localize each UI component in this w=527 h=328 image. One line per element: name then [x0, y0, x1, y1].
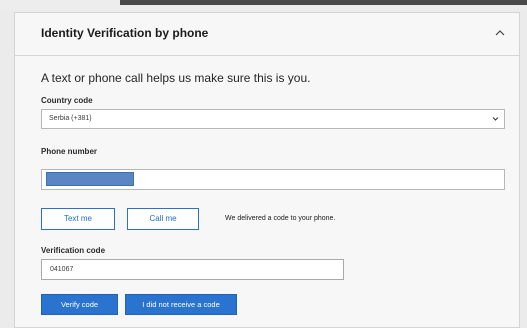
- phone-number-input[interactable]: [41, 169, 505, 190]
- verification-code-input[interactable]: 041067: [41, 259, 344, 280]
- identity-verification-card: Identity Verification by phone A text or…: [14, 12, 520, 328]
- section-header[interactable]: Identity Verification by phone: [15, 13, 519, 56]
- code-delivered-message: We delivered a code to your phone.: [225, 215, 336, 222]
- chevron-down-icon: [492, 117, 499, 121]
- country-code-label: Country code: [41, 96, 93, 105]
- section-title: Identity Verification by phone: [41, 26, 209, 40]
- country-code-value: Serbia (+381): [49, 115, 92, 122]
- redacted-phone-number: [46, 172, 134, 186]
- verification-code-value: 041067: [50, 266, 74, 273]
- country-code-select[interactable]: Serbia (+381): [41, 109, 505, 129]
- page-top-bar: [120, 0, 527, 5]
- text-me-button[interactable]: Text me: [41, 208, 115, 230]
- call-me-button[interactable]: Call me: [127, 208, 199, 230]
- did-not-receive-code-button[interactable]: I did not receive a code: [125, 294, 237, 315]
- chevron-up-icon[interactable]: [493, 27, 507, 39]
- intro-text: A text or phone call helps us make sure …: [41, 71, 311, 85]
- phone-number-label: Phone number: [41, 147, 98, 156]
- verification-code-label: Verification code: [41, 246, 106, 255]
- verify-code-button[interactable]: Verify code: [41, 294, 118, 315]
